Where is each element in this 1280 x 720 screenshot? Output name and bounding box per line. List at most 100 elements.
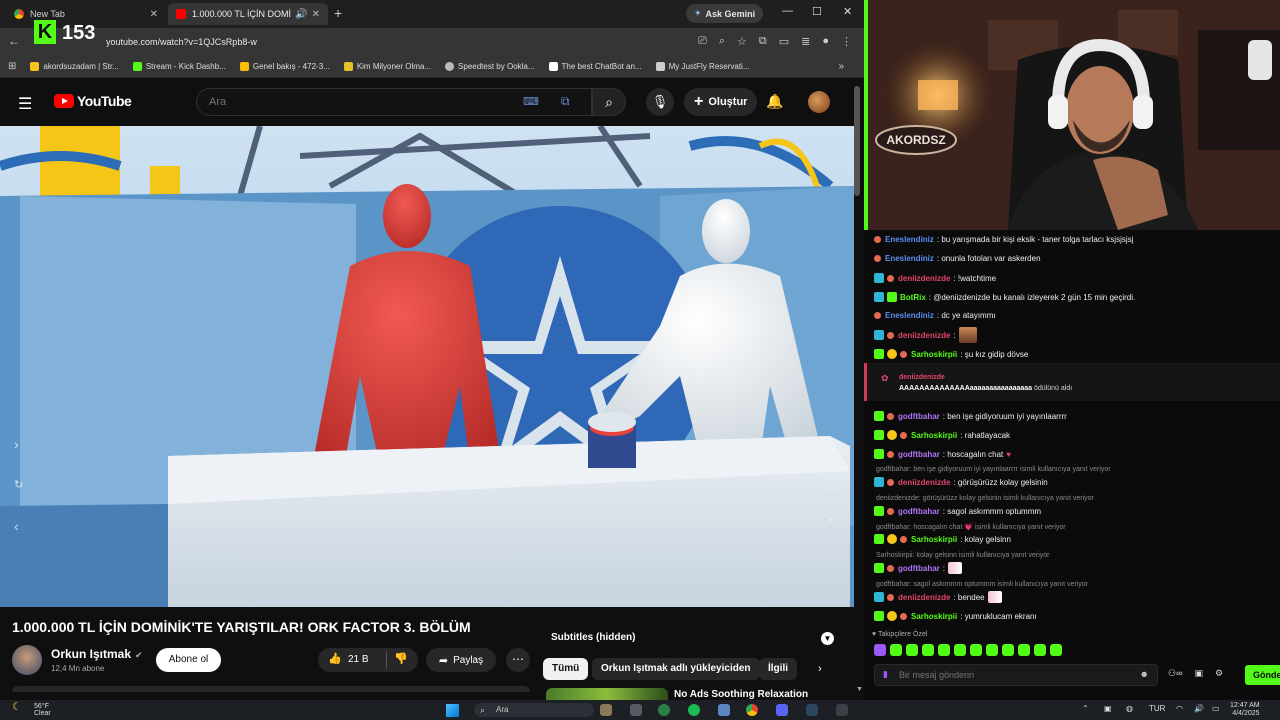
chat-message-input[interactable] (899, 670, 1139, 680)
share-button[interactable]: ➦ Paylaş (426, 648, 496, 672)
emote-button[interactable] (1002, 644, 1014, 656)
dislike-icon[interactable]: 👎 (394, 652, 408, 665)
search-input[interactable] (209, 96, 489, 108)
chat-username[interactable]: Sarhoskirpii (911, 612, 957, 621)
close-window-icon[interactable]: ✕ (843, 5, 852, 18)
chat-username[interactable]: Sarhoskirpii (911, 350, 957, 359)
chrome-taskbar-icon[interactable] (746, 704, 758, 716)
emote-button[interactable] (906, 644, 918, 656)
tray-app-icon[interactable]: ◍ (1126, 704, 1133, 713)
chat-username[interactable]: godftbahar (898, 507, 940, 516)
bookmark-star-icon[interactable]: ☆ (737, 35, 747, 48)
steam-icon[interactable] (806, 704, 818, 716)
highlight-user[interactable]: deniizdenizde (899, 374, 945, 381)
url-field[interactable]: youtube.com/watch?v=1QJCsRpb8-w (106, 37, 257, 47)
video-player[interactable]: › ↻ ‹ AP ⌃ (0, 126, 854, 607)
maximize-icon[interactable]: ☐ (812, 5, 822, 18)
emote-button[interactable] (1018, 644, 1030, 656)
chat-username[interactable]: Eneslendiniz (885, 235, 934, 244)
bookmark-5[interactable]: Speedtest by Ookla... (445, 62, 535, 71)
emote-button[interactable] (970, 644, 982, 656)
menu-dots-icon[interactable]: ⋮ (841, 35, 852, 48)
player-prev-icon[interactable]: ‹ (14, 518, 19, 534)
chat-settings-gear-icon[interactable]: ⚙ (1215, 668, 1223, 679)
emote-button[interactable] (954, 644, 966, 656)
chat-username[interactable]: godftbahar (898, 564, 940, 573)
bookmark-6[interactable]: The best ChatBot an... (548, 62, 642, 71)
bookmark-1[interactable]: akordsuzadam | Str... (30, 62, 119, 71)
extensions-icon[interactable]: ⧉ (759, 35, 767, 48)
channel-name[interactable]: Orkun Işıtmak ✔ (51, 647, 143, 661)
cast-icon[interactable]: ⎚ (698, 35, 707, 48)
chat-username[interactable]: godftbahar (898, 412, 940, 421)
account-avatar[interactable] (808, 91, 830, 113)
chat-username[interactable]: Sarhoskirpii (911, 431, 957, 440)
close-tab-icon[interactable]: ✕ (312, 9, 320, 20)
description-box[interactable] (12, 686, 530, 692)
hamburger-menu-icon[interactable]: ☰ (18, 94, 32, 114)
channel-avatar[interactable] (12, 645, 42, 675)
subscribe-button[interactable]: Abone ol (156, 648, 221, 672)
file-explorer-icon[interactable] (718, 704, 730, 716)
profile-icon[interactable]: ● (822, 35, 829, 48)
weather-widget[interactable]: ☾ 56°F Clear (12, 702, 51, 718)
subtitles-panel[interactable]: Subtitles (hidden) ▼ (542, 628, 842, 650)
bookmarks-more-icon[interactable]: » (838, 61, 844, 72)
chat-username[interactable]: Eneslendiniz (885, 311, 934, 320)
windows-start-icon[interactable] (446, 704, 459, 717)
chat-username[interactable]: deniizdenizde (898, 331, 950, 340)
send-message-button[interactable]: Gönder (1245, 665, 1280, 685)
sidebar-scroll-icon[interactable]: ▼ (856, 686, 863, 693)
terminal-icon[interactable] (836, 704, 848, 716)
recommended-title[interactable]: No Ads Soothing Relaxation (674, 689, 808, 700)
like-icon[interactable]: 👍 (328, 652, 342, 665)
emote-button[interactable] (922, 644, 934, 656)
emote-button[interactable] (874, 644, 886, 656)
ask-gemini-button[interactable]: ✦ Ask Gemini (686, 4, 764, 23)
chat-username[interactable]: Eneslendiniz (885, 254, 934, 263)
bookmark-7[interactable]: My JustFly Reservati... (655, 62, 750, 71)
search-button[interactable]: ⌕ (592, 88, 626, 116)
chat-username[interactable]: Sarhoskirpii (911, 535, 957, 544)
taskbar-search[interactable]: ⌕ Ara (474, 703, 594, 717)
chat-username[interactable]: BotRix (900, 293, 926, 302)
sidepanel-icon[interactable]: ▭ (779, 35, 789, 48)
wifi-icon[interactable]: ◠ (1176, 704, 1183, 713)
tray-app-icon[interactable]: ▣ (1104, 704, 1112, 713)
autoplay-label[interactable]: AP (826, 490, 838, 500)
minimize-icon[interactable]: — (782, 5, 793, 17)
chat-username[interactable]: deniizdenizde (898, 274, 950, 283)
tab-youtube-video[interactable]: 1.000.000 TL İÇİN DOMİNİ 🔊 ✕ (168, 3, 328, 25)
page-scrollbar[interactable] (854, 86, 860, 196)
chips-next-icon[interactable]: › (818, 663, 822, 675)
keyboard-icon[interactable]: ⌨ (523, 95, 539, 108)
player-chevron-icon[interactable]: ⌃ (826, 518, 834, 529)
bookmark-4[interactable]: Kim Milyoner Olma... (343, 62, 431, 71)
chevron-down-icon[interactable]: ▼ (821, 632, 834, 645)
widget-app-icon[interactable] (600, 704, 612, 716)
emote-button[interactable] (986, 644, 998, 656)
xbox-icon[interactable] (658, 704, 670, 716)
audio-icon[interactable]: 🔊 (295, 9, 307, 20)
emote-button[interactable] (890, 644, 902, 656)
youtube-logo[interactable]: YouTube (54, 93, 132, 109)
emote-button[interactable] (1050, 644, 1062, 656)
emote-button[interactable] (938, 644, 950, 656)
emote-button[interactable] (1034, 644, 1046, 656)
voice-search-button[interactable]: 🎙 (646, 88, 674, 116)
bookmark-2[interactable]: Stream - Kick Dashb... (132, 62, 226, 71)
back-arrow-icon[interactable]: ← (8, 34, 20, 48)
close-tab-icon[interactable]: ✕ (150, 9, 158, 20)
tools-icon[interactable]: ≣ (801, 35, 810, 48)
chat-username[interactable]: godftbahar (898, 450, 940, 459)
chip-all[interactable]: Tümü (543, 658, 589, 680)
new-tab-plus-icon[interactable]: + (334, 5, 342, 21)
notifications-bell-icon[interactable]: 🔔 (766, 93, 783, 110)
bookmark-3[interactable]: Genel bakış - 472-3... (239, 62, 330, 71)
player-replay-icon[interactable]: ↻ (14, 478, 23, 491)
emoji-icon[interactable]: ☻ (1140, 669, 1149, 679)
tray-overflow-icon[interactable]: ⌃ (1082, 704, 1089, 713)
lens-icon[interactable]: ⧉ (561, 94, 570, 109)
discord-icon[interactable] (776, 704, 788, 716)
apps-grid-icon[interactable]: ⊞ (8, 61, 16, 72)
